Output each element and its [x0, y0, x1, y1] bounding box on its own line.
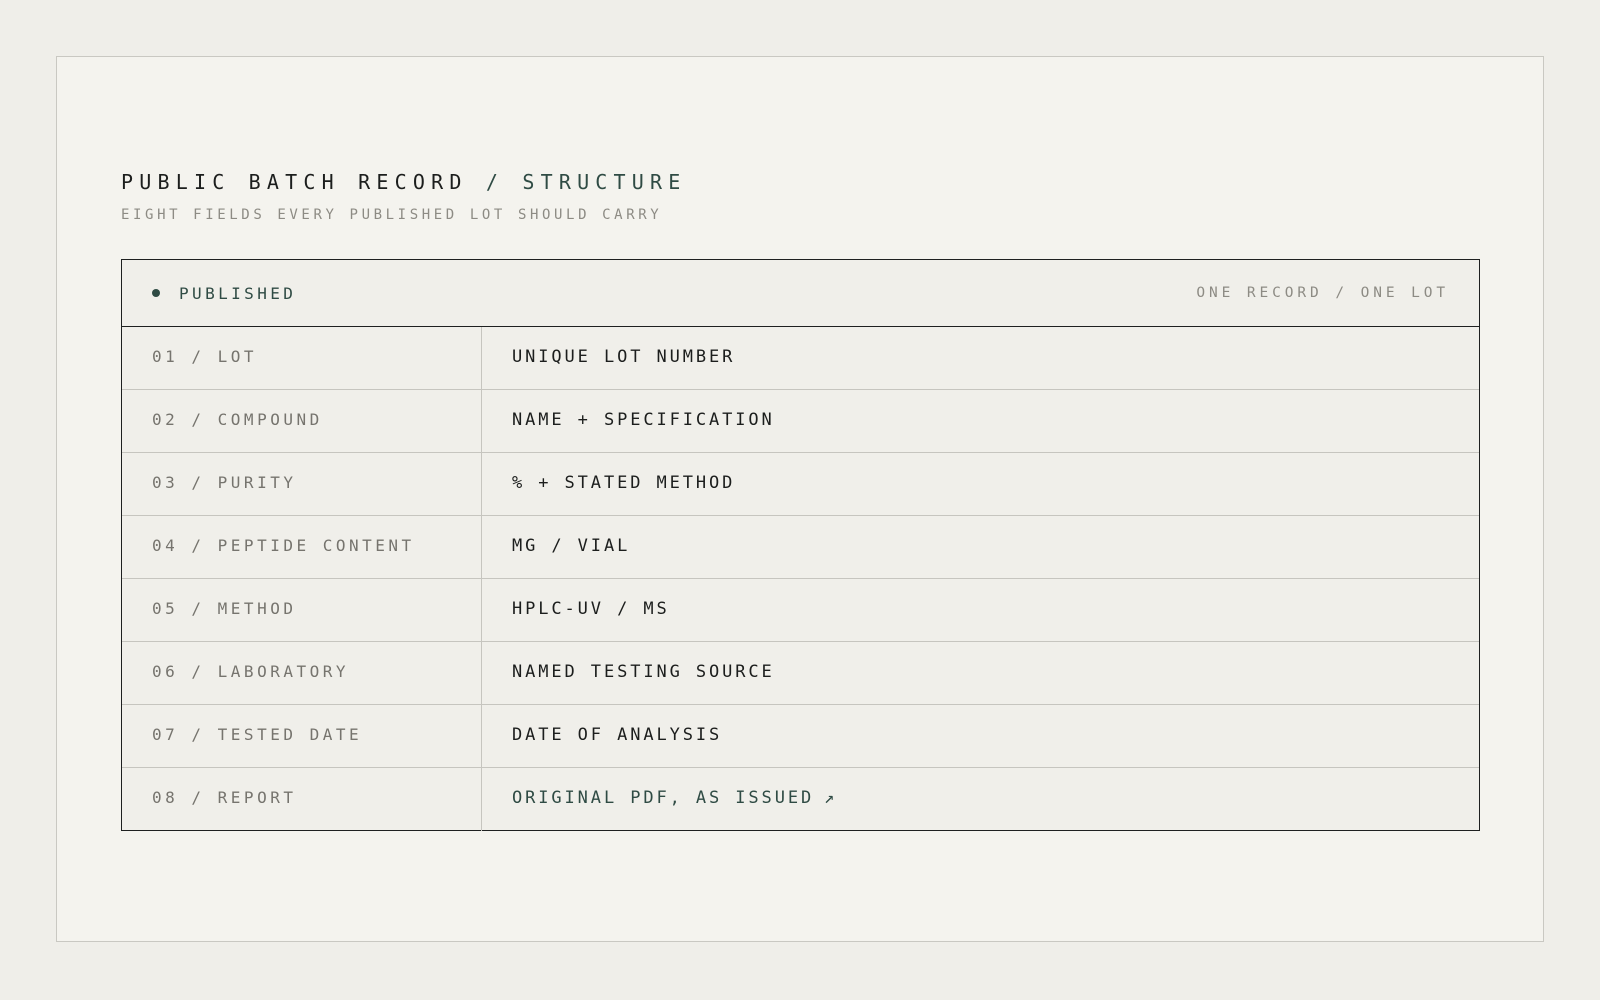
report-link[interactable]: ORIGINAL PDF, AS ISSUED ↗	[482, 768, 1479, 831]
batch-record-table: PUBLISHED ONE RECORD / ONE LOT 01 / LOT …	[121, 259, 1480, 831]
field-label: 07 / TESTED DATE	[122, 705, 482, 767]
table-row: 04 / PEPTIDE CONTENT MG / VIAL	[122, 516, 1479, 579]
field-value: MG / VIAL	[512, 536, 631, 556]
field-label: 02 / COMPOUND	[122, 390, 482, 452]
field-value: UNIQUE LOT NUMBER	[512, 347, 736, 367]
table-row: 07 / TESTED DATE DATE OF ANALYSIS	[122, 705, 1479, 768]
page-title-accent: STRUCTURE	[522, 170, 687, 194]
page-title-main: PUBLIC BATCH RECORD	[121, 170, 468, 194]
page-title: PUBLIC BATCH RECORD / STRUCTURE	[121, 170, 687, 194]
field-label: 03 / PURITY	[122, 453, 482, 515]
field-value: % + STATED METHOD	[512, 473, 736, 493]
arrow-up-right-icon[interactable]: ↗	[824, 788, 837, 808]
table-row: 05 / METHOD HPLC-UV / MS	[122, 579, 1479, 642]
page-subtitle: EIGHT FIELDS EVERY PUBLISHED LOT SHOULD …	[121, 207, 663, 223]
field-label: 04 / PEPTIDE CONTENT	[122, 516, 482, 578]
field-label: 05 / METHOD	[122, 579, 482, 641]
page-title-separator: /	[485, 170, 505, 194]
report-link-label[interactable]: ORIGINAL PDF, AS ISSUED	[512, 788, 814, 808]
status-dot-icon	[152, 289, 160, 297]
record-header: PUBLISHED ONE RECORD / ONE LOT	[122, 260, 1479, 327]
status-badge: PUBLISHED	[152, 284, 296, 303]
table-row: 01 / LOT UNIQUE LOT NUMBER	[122, 327, 1479, 390]
status-label: PUBLISHED	[179, 283, 297, 303]
table-row: 08 / REPORT ORIGINAL PDF, AS ISSUED ↗	[122, 768, 1479, 831]
field-label: 06 / LABORATORY	[122, 642, 482, 704]
field-label: 08 / REPORT	[122, 768, 482, 831]
field-label: 01 / LOT	[122, 327, 482, 389]
table-row: 03 / PURITY % + STATED METHOD	[122, 453, 1479, 516]
table-row: 02 / COMPOUND NAME + SPECIFICATION	[122, 390, 1479, 453]
field-value: NAME + SPECIFICATION	[512, 410, 775, 430]
field-value: DATE OF ANALYSIS	[512, 725, 723, 745]
table-row: 06 / LABORATORY NAMED TESTING SOURCE	[122, 642, 1479, 705]
field-value: HPLC-UV / MS	[512, 599, 670, 619]
record-meta: ONE RECORD / ONE LOT	[1196, 285, 1449, 301]
field-value: NAMED TESTING SOURCE	[512, 662, 775, 682]
